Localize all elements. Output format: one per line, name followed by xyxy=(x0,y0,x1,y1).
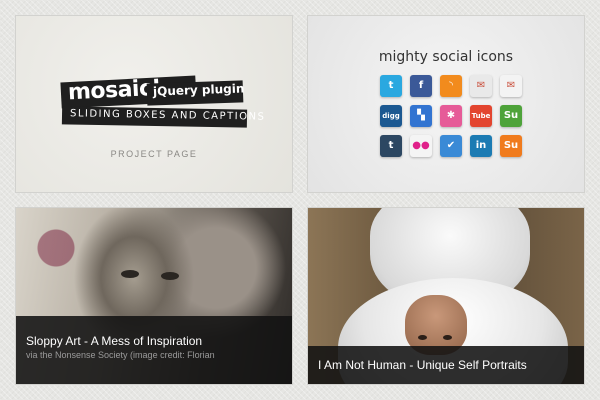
dribbble-icon[interactable]: ✱ xyxy=(440,105,462,127)
icon-glyph: Tube xyxy=(471,112,491,120)
stumbleupon-icon[interactable]: Su xyxy=(500,105,522,127)
project-page-link[interactable]: PROJECT PAGE xyxy=(16,149,292,159)
not-human-tile[interactable]: I Am Not Human - Unique Self Portraits xyxy=(307,207,585,385)
stumble-orange-icon[interactable]: Su xyxy=(500,135,522,157)
social-icon-grid: t f ◝ ✉ ✉ digg ▚ ✱ Tube Su t ●● ✔ in Su xyxy=(380,75,522,157)
caption-title[interactable]: Sloppy Art - A Mess of Inspiration xyxy=(26,334,202,348)
icon-glyph: ▚ xyxy=(417,110,425,121)
twitter-icon[interactable]: t xyxy=(380,75,402,97)
checkmark-icon[interactable]: ✔ xyxy=(440,135,462,157)
tumblr-icon[interactable]: t xyxy=(380,135,402,157)
icon-glyph: ✔ xyxy=(446,140,456,151)
head-eye-right xyxy=(443,335,452,340)
social-icons-tile[interactable]: mighty social icons t f ◝ ✉ ✉ digg ▚ ✱ Tube Su t ●●… xyxy=(307,15,585,193)
icon-glyph: ●● xyxy=(412,140,430,151)
icon-glyph: t xyxy=(388,140,394,151)
flickr-icon[interactable]: ●● xyxy=(410,135,432,157)
caption-credit: via the Nonsense Society (image credit: … xyxy=(26,350,215,360)
icon-glyph: digg xyxy=(382,112,400,120)
facebook-icon[interactable]: f xyxy=(410,75,432,97)
icon-glyph: ◝ xyxy=(449,80,453,91)
mail-icon[interactable]: ✉ xyxy=(470,75,492,97)
icon-glyph: Su xyxy=(503,140,519,151)
icon-glyph: f xyxy=(418,80,424,91)
caption-title[interactable]: I Am Not Human - Unique Self Portraits xyxy=(318,358,527,372)
rss-icon[interactable]: ◝ xyxy=(440,75,462,97)
icon-glyph: ✱ xyxy=(446,110,456,121)
linkedin-icon[interactable]: in xyxy=(470,135,492,157)
head-eye-left xyxy=(418,335,427,340)
caption-overlay[interactable]: I Am Not Human - Unique Self Portraits xyxy=(308,346,584,384)
icon-glyph: t xyxy=(388,80,394,91)
caption-overlay[interactable]: Sloppy Art - A Mess of Inspiration via t… xyxy=(16,316,292,384)
mosaic-project-tile[interactable]: mosaic! jQuery plugin SLIDING BOXES AND … xyxy=(15,15,293,193)
sloppy-art-tile[interactable]: Sloppy Art - A Mess of Inspiration via t… xyxy=(15,207,293,385)
icon-glyph: ✉ xyxy=(506,80,516,91)
icon-glyph: Su xyxy=(503,110,519,121)
email-icon[interactable]: ✉ xyxy=(500,75,522,97)
portrait-eye-left xyxy=(121,270,139,278)
digg-icon[interactable]: digg xyxy=(380,105,402,127)
portrait-eye-right xyxy=(161,272,179,280)
youtube-icon[interactable]: Tube xyxy=(470,105,492,127)
social-icons-title: mighty social icons xyxy=(378,49,514,65)
icon-glyph: in xyxy=(475,140,487,151)
icon-glyph: ✉ xyxy=(476,80,486,91)
delicious-icon[interactable]: ▚ xyxy=(410,105,432,127)
